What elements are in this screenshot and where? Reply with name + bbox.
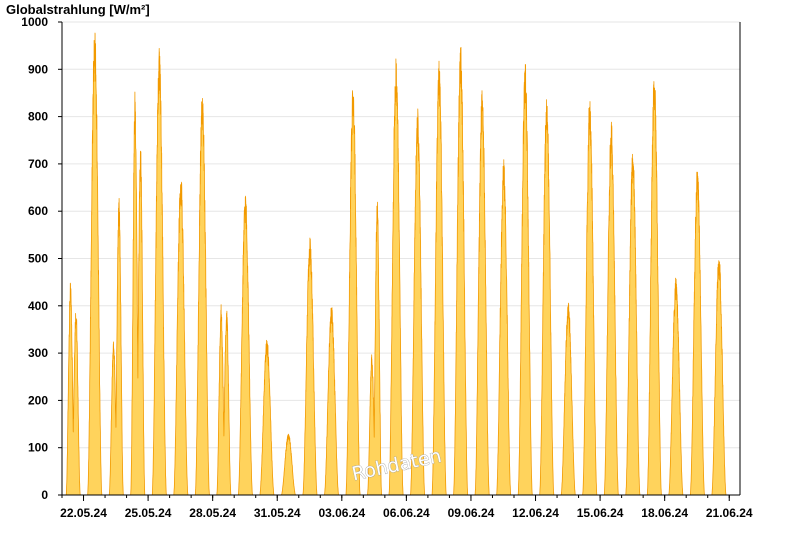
x-tick-label: 12.06.24 (512, 506, 559, 520)
day-area-2024-05-24 (130, 91, 146, 496)
y-axis-ticks: 0 100 200 300 400 500 600 700 800 900 1000 (21, 15, 62, 502)
y-tick-label: 0 (41, 488, 48, 502)
day-area-2024-05-29 (237, 195, 253, 496)
day-area-2024-05-22 (87, 32, 103, 496)
day-area-2024-06-04 (367, 201, 383, 496)
day-area-2024-06-11 (517, 64, 533, 496)
y-tick-label: 900 (28, 62, 48, 76)
y-axis-title: Globalstrahlung [W/m²] (6, 2, 150, 17)
y-tick-label: 400 (28, 299, 48, 313)
x-tick-label: 15.06.24 (577, 506, 624, 520)
x-tick-label: 21.06.24 (706, 506, 753, 520)
y-tick-label: 1000 (21, 15, 48, 29)
x-tick-label: 18.06.24 (641, 506, 688, 520)
x-tick-label: 03.06.24 (318, 506, 365, 520)
x-tick-label: 06.06.24 (383, 506, 430, 520)
y-tick-label: 200 (28, 393, 48, 407)
day-area-2024-06-18 (668, 277, 684, 496)
day-area-2024-06-15 (603, 121, 619, 496)
day-area-2024-06-16 (625, 153, 641, 496)
day-area-2024-06-02 (323, 307, 340, 496)
day-area-2024-06-17 (646, 81, 662, 496)
day-area-2024-05-28 (216, 304, 232, 496)
day-area-2024-06-08 (453, 47, 469, 496)
x-tick-label: 25.05.24 (125, 506, 172, 520)
day-area-2024-06-05 (388, 58, 404, 496)
y-tick-label: 300 (28, 346, 48, 360)
day-area-2024-06-10 (496, 159, 512, 496)
x-tick-label: 22.05.24 (60, 506, 107, 520)
day-area-2024-06-13 (560, 302, 576, 496)
day-area-2024-06-01 (302, 237, 318, 496)
y-tick-label: 600 (28, 204, 48, 218)
day-area-2024-05-25 (151, 48, 167, 496)
day-area-2024-06-06 (410, 108, 426, 496)
day-area-2024-06-14 (582, 101, 598, 496)
x-axis-ticks: 22.05.24 25.05.24 28.05.24 31.05.24 03.06.24… (60, 495, 753, 520)
day-area-2024-05-21 (65, 282, 81, 496)
x-tick-label: 31.05.24 (254, 506, 301, 520)
day-area-2024-06-03 (345, 90, 361, 496)
data-series (65, 32, 727, 496)
day-area-2024-05-27 (194, 98, 210, 496)
day-area-2024-06-19 (689, 171, 705, 496)
day-area-2024-06-20 (711, 260, 727, 496)
radiation-chart: 0 100 200 300 400 500 600 700 800 900 1000 22.05.2… (6, 2, 753, 520)
day-area-2024-06-12 (539, 99, 555, 496)
x-tick-label: 28.05.24 (189, 506, 236, 520)
day-area-2024-05-23 (108, 198, 124, 496)
day-area-2024-05-31 (280, 433, 296, 496)
y-tick-label: 800 (28, 110, 48, 124)
y-tick-label: 100 (28, 441, 48, 455)
day-area-2024-06-09 (474, 90, 490, 496)
y-tick-label: 700 (28, 157, 48, 171)
y-tick-label: 500 (28, 252, 48, 266)
day-area-2024-06-07 (431, 60, 447, 496)
x-tick-label: 09.06.24 (448, 506, 495, 520)
day-area-2024-05-26 (173, 181, 189, 496)
day-area-2024-05-30 (259, 339, 275, 496)
